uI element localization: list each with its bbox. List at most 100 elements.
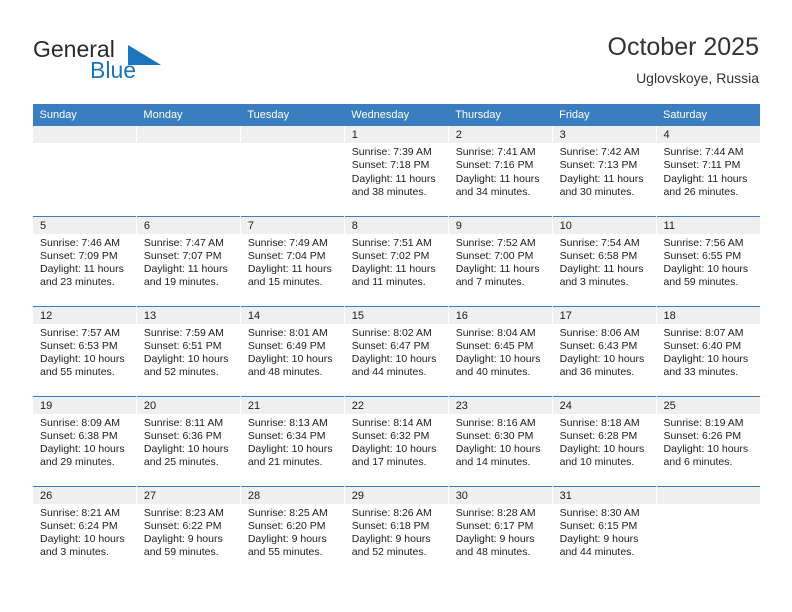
sunset-line: Sunset: 6:55 PM xyxy=(663,249,742,262)
day-number: 10 xyxy=(552,216,656,234)
calendar-week-row: 19 Sunrise: 8:09 AM Sunset: 6:38 PM Dayligh… xyxy=(32,395,760,486)
daylight-line-cont: and 52 minutes. xyxy=(143,366,219,379)
daylight-line: Daylight: 10 hours xyxy=(40,353,125,366)
daylight-line-cont: and 44 minutes. xyxy=(351,366,427,379)
daylight-line-cont: and 26 minutes. xyxy=(663,185,739,198)
day-details: Sunrise: 8:13 AM Sunset: 6:34 PM Daylight:… xyxy=(241,414,344,470)
title-block: October 2025 Uglovskoye, Russia xyxy=(608,31,760,89)
calendar-cell-empty xyxy=(239,126,345,216)
day-cell-content: 6 Sunrise: 7:47 AM Sunset: 7:07 PM Daylight… xyxy=(136,216,240,306)
day-number: 12 xyxy=(33,306,136,324)
daylight-line: Daylight: 11 hours xyxy=(663,172,748,185)
calendar-day-cell[interactable]: 4 Sunrise: 7:44 AM Sunset: 7:11 PM Daylight… xyxy=(655,126,760,216)
calendar-week-row: 1 Sunrise: 7:39 AM Sunset: 7:18 PM Daylight… xyxy=(32,126,760,216)
day-details: Sunrise: 8:01 AM Sunset: 6:49 PM Daylight:… xyxy=(241,324,344,380)
daylight-line-cont: and 52 minutes. xyxy=(351,546,427,559)
daylight-line-cont: and 38 minutes. xyxy=(351,185,427,198)
weekday-header-monday: Monday xyxy=(136,104,241,126)
day-cell-content: 28 Sunrise: 8:25 AM Sunset: 6:20 PM Dayligh… xyxy=(240,486,344,576)
day-cell-content: 19 Sunrise: 8:09 AM Sunset: 6:38 PM Dayligh… xyxy=(33,396,136,486)
day-details: Sunrise: 7:56 AM Sunset: 6:55 PM Daylight:… xyxy=(657,234,760,290)
calendar-day-cell[interactable]: 26 Sunrise: 8:21 AM Sunset: 6:24 PM Dayligh… xyxy=(32,485,137,576)
calendar-day-cell[interactable]: 14 Sunrise: 8:01 AM Sunset: 6:49 PM Dayligh… xyxy=(239,305,345,396)
daylight-line: Daylight: 10 hours xyxy=(40,533,125,546)
calendar-day-cell[interactable]: 22 Sunrise: 8:14 AM Sunset: 6:32 PM Dayligh… xyxy=(343,395,449,486)
sunrise-line: Sunrise: 8:16 AM xyxy=(455,416,536,429)
sunset-line: Sunset: 6:26 PM xyxy=(663,429,742,442)
calendar-day-cell[interactable]: 16 Sunrise: 8:04 AM Sunset: 6:45 PM Dayligh… xyxy=(447,305,553,396)
sunset-line: Sunset: 6:28 PM xyxy=(559,429,638,442)
daylight-line: Daylight: 11 hours xyxy=(143,263,228,276)
calendar-day-cell[interactable]: 10 Sunrise: 7:54 AM Sunset: 6:58 PM Dayligh… xyxy=(551,215,657,306)
sunset-line: Sunset: 7:16 PM xyxy=(455,159,534,172)
calendar-day-cell[interactable]: 12 Sunrise: 7:57 AM Sunset: 6:53 PM Dayligh… xyxy=(32,305,137,396)
sunset-line: Sunset: 7:07 PM xyxy=(143,249,222,262)
calendar-day-cell[interactable]: 28 Sunrise: 8:25 AM Sunset: 6:20 PM Dayligh… xyxy=(239,485,345,576)
weekday-header-friday: Friday xyxy=(552,104,657,126)
day-number: 5 xyxy=(33,216,136,234)
calendar-day-cell[interactable]: 2 Sunrise: 7:41 AM Sunset: 7:16 PM Daylight… xyxy=(447,126,553,216)
day-details: Sunrise: 8:11 AM Sunset: 6:36 PM Daylight:… xyxy=(137,414,240,470)
day-number: 11 xyxy=(656,216,760,234)
calendar-day-cell[interactable]: 31 Sunrise: 8:30 AM Sunset: 6:15 PM Dayligh… xyxy=(551,485,657,576)
sunrise-line: Sunrise: 7:44 AM xyxy=(663,146,744,158)
calendar-day-cell[interactable]: 27 Sunrise: 8:23 AM Sunset: 6:22 PM Dayligh… xyxy=(135,485,241,576)
day-cell-content xyxy=(33,126,136,215)
daylight-line: Daylight: 10 hours xyxy=(40,443,125,456)
day-cell-content xyxy=(656,486,760,576)
calendar-day-cell[interactable]: 5 Sunrise: 7:46 AM Sunset: 7:09 PM Daylight… xyxy=(32,215,137,306)
sunset-line: Sunset: 6:51 PM xyxy=(143,339,222,352)
sunset-line: Sunset: 6:43 PM xyxy=(559,339,638,352)
day-cell-content: 23 Sunrise: 8:16 AM Sunset: 6:30 PM Dayligh… xyxy=(448,396,552,486)
day-number: 23 xyxy=(448,396,552,414)
calendar-day-cell[interactable]: 20 Sunrise: 8:11 AM Sunset: 6:36 PM Dayligh… xyxy=(135,395,241,486)
day-number: 22 xyxy=(344,396,448,414)
calendar-day-cell[interactable]: 6 Sunrise: 7:47 AM Sunset: 7:07 PM Daylight… xyxy=(135,215,241,306)
calendar-day-cell[interactable]: 17 Sunrise: 8:06 AM Sunset: 6:43 PM Dayligh… xyxy=(551,305,657,396)
day-details: Sunrise: 8:25 AM Sunset: 6:20 PM Daylight:… xyxy=(241,504,344,560)
calendar-day-cell[interactable]: 1 Sunrise: 7:39 AM Sunset: 7:18 PM Daylight… xyxy=(343,126,449,216)
calendar-day-cell[interactable]: 13 Sunrise: 7:59 AM Sunset: 6:51 PM Dayligh… xyxy=(135,305,241,396)
calendar-day-cell[interactable]: 19 Sunrise: 8:09 AM Sunset: 6:38 PM Dayligh… xyxy=(32,395,137,486)
calendar-grid: Sunday Monday Tuesday Wednesday Thursday… xyxy=(32,104,760,576)
sunrise-line: Sunrise: 7:57 AM xyxy=(40,326,120,339)
day-details: Sunrise: 7:51 AM Sunset: 7:02 PM Daylight:… xyxy=(345,234,448,290)
page-title: October 2025 xyxy=(607,33,760,61)
day-cell-content: 10 Sunrise: 7:54 AM Sunset: 6:58 PM Dayligh… xyxy=(552,216,656,306)
sunrise-line: Sunrise: 7:39 AM xyxy=(351,146,432,158)
day-details: Sunrise: 7:41 AM Sunset: 7:16 PM Daylight:… xyxy=(449,143,552,199)
calendar-day-cell[interactable]: 30 Sunrise: 8:28 AM Sunset: 6:17 PM Dayligh… xyxy=(447,485,553,576)
calendar-day-cell[interactable]: 18 Sunrise: 8:07 AM Sunset: 6:40 PM Dayligh… xyxy=(655,305,760,396)
day-cell-content: 2 Sunrise: 7:41 AM Sunset: 7:16 PM Daylight… xyxy=(448,126,552,215)
calendar-day-cell[interactable]: 9 Sunrise: 7:52 AM Sunset: 7:00 PM Daylight… xyxy=(447,215,553,306)
calendar-day-cell[interactable]: 24 Sunrise: 8:18 AM Sunset: 6:28 PM Dayligh… xyxy=(551,395,657,486)
sunrise-line: Sunrise: 8:06 AM xyxy=(559,326,640,339)
sunset-line: Sunset: 6:18 PM xyxy=(351,519,430,532)
calendar-day-cell[interactable]: 23 Sunrise: 8:16 AM Sunset: 6:30 PM Dayligh… xyxy=(447,395,553,486)
calendar-day-cell[interactable]: 15 Sunrise: 8:02 AM Sunset: 6:47 PM Dayligh… xyxy=(343,305,449,396)
daylight-line-cont: and 10 minutes. xyxy=(559,456,635,469)
calendar-day-cell[interactable]: 25 Sunrise: 8:19 AM Sunset: 6:26 PM Dayligh… xyxy=(655,395,760,486)
sunset-line: Sunset: 6:38 PM xyxy=(40,429,118,442)
daylight-line: Daylight: 9 hours xyxy=(455,533,535,546)
daylight-line: Daylight: 11 hours xyxy=(559,172,644,185)
sunset-line: Sunset: 6:24 PM xyxy=(40,519,118,532)
calendar-day-cell[interactable]: 29 Sunrise: 8:26 AM Sunset: 6:18 PM Dayligh… xyxy=(343,485,449,576)
general-blue-logo[interactable]: General Blue xyxy=(33,36,213,88)
calendar-day-cell[interactable]: 8 Sunrise: 7:51 AM Sunset: 7:02 PM Daylight… xyxy=(343,215,449,306)
day-number: 16 xyxy=(448,306,552,324)
calendar-day-cell[interactable]: 11 Sunrise: 7:56 AM Sunset: 6:55 PM Dayligh… xyxy=(655,215,760,306)
day-cell-content: 4 Sunrise: 7:44 AM Sunset: 7:11 PM Daylight… xyxy=(656,126,760,215)
calendar-week-row: 26 Sunrise: 8:21 AM Sunset: 6:24 PM Dayligh… xyxy=(32,485,760,576)
calendar-day-cell[interactable]: 21 Sunrise: 8:13 AM Sunset: 6:34 PM Dayligh… xyxy=(239,395,345,486)
calendar-day-cell[interactable]: 3 Sunrise: 7:42 AM Sunset: 7:13 PM Daylight… xyxy=(551,126,657,216)
day-details: Sunrise: 8:28 AM Sunset: 6:17 PM Daylight:… xyxy=(449,504,552,560)
day-details: Sunrise: 8:26 AM Sunset: 6:18 PM Daylight:… xyxy=(345,504,448,560)
daylight-line-cont: and 21 minutes. xyxy=(247,456,323,469)
daylight-line: Daylight: 10 hours xyxy=(247,443,333,456)
calendar-page: General Blue October 2025 Uglovskoye, Ru… xyxy=(0,0,792,612)
day-number: 15 xyxy=(344,306,448,324)
day-number: 20 xyxy=(136,396,240,414)
sunset-line: Sunset: 7:02 PM xyxy=(351,249,430,262)
calendar-day-cell[interactable]: 7 Sunrise: 7:49 AM Sunset: 7:04 PM Daylight… xyxy=(239,215,345,306)
